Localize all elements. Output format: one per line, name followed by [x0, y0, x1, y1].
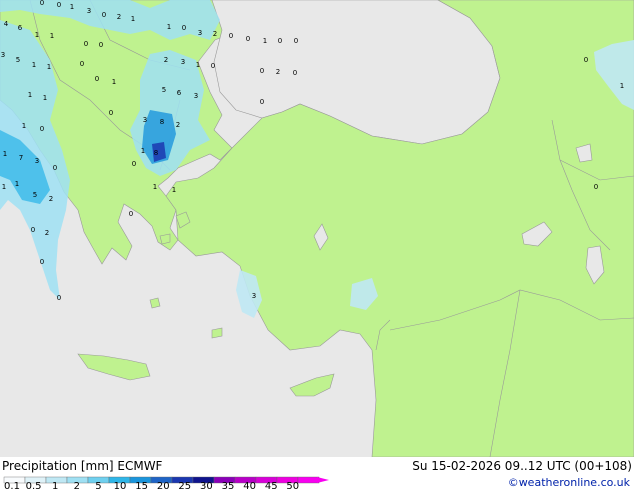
precip-value-label: 0	[260, 67, 264, 75]
precip-value-label: 0	[594, 183, 598, 191]
precip-value-label: 1	[35, 31, 39, 39]
precip-value-label: 0	[109, 109, 113, 117]
precip-value-label: 3	[198, 29, 202, 37]
precip-value-label: 3	[35, 157, 39, 165]
color-scale-tick-label: 5	[95, 481, 101, 490]
precip-value-label: 1	[32, 61, 36, 69]
color-scale-tick-label: 50	[286, 481, 299, 490]
precip-value-label: 1	[22, 122, 26, 130]
precip-value-label: 3	[252, 292, 256, 300]
precip-value-label: 5	[16, 56, 20, 64]
forecast-datetime: Su 15-02-2026 09..12 UTC (00+108)	[412, 459, 632, 473]
precip-value-label: 0	[40, 258, 44, 266]
color-scale-tick-label: 10	[114, 481, 127, 490]
color-scale-tick-label: 1	[52, 481, 58, 490]
precip-value-label: 0	[211, 62, 215, 70]
color-scale-tick-label: 2	[74, 481, 80, 490]
precip-value-label: 1	[112, 78, 116, 86]
color-scale-tick-label: 35	[222, 481, 235, 490]
precip-value-label: 5	[33, 191, 37, 199]
legend-title: Precipitation [mm] ECMWF	[2, 459, 163, 473]
precip-value-label: 0	[278, 37, 282, 45]
precip-value-label: 2	[213, 30, 217, 38]
precip-value-label: 0	[80, 60, 84, 68]
precip-value-label: 0	[31, 226, 35, 234]
precip-value-label: 2	[276, 68, 280, 76]
precip-value-label: 7	[19, 154, 23, 162]
precip-value-label: 1	[28, 91, 32, 99]
precip-value-label: 0	[53, 164, 57, 172]
precip-value-label: 1	[172, 186, 176, 194]
precip-value-label: 0	[84, 40, 88, 48]
precip-value-label: 0	[102, 11, 106, 19]
precip-value-label: 8	[160, 118, 164, 126]
precip-value-label: 3	[87, 7, 91, 15]
precip-value-label: 0	[584, 56, 588, 64]
precip-value-label: 0	[294, 37, 298, 45]
precip-value-label: 1	[50, 32, 54, 40]
precip-value-label: 1	[2, 183, 6, 191]
precip-value-label: 8	[154, 149, 158, 157]
land-island-c	[211, 327, 223, 339]
precip-value-label: 1	[3, 150, 7, 158]
precip-value-label: 1	[70, 3, 74, 11]
land-island-a	[159, 233, 171, 245]
precip-value-label: 0	[57, 294, 61, 302]
precip-value-label: 0	[99, 41, 103, 49]
precip-value-label: 2	[45, 229, 49, 237]
color-scale-tick-label: 15	[135, 481, 148, 490]
precip-value-label: 4	[4, 20, 9, 28]
precip-value-label: 1	[43, 94, 47, 102]
precip-value-label: 2	[117, 13, 121, 21]
precip-value-label: 0	[40, 0, 44, 7]
precip-value-label: 1	[141, 147, 145, 155]
precip-value-label: 5	[162, 86, 166, 94]
precip-value-label: 6	[18, 24, 23, 32]
color-scale-tick-label: 40	[243, 481, 256, 490]
color-scale-arrow	[317, 477, 329, 483]
color-scale-tick-label: 20	[157, 481, 170, 490]
color-scale: 0.1 0.5 1 2 5 10 15 20 25 30 35 40 45 50	[3, 476, 329, 490]
precip-value-label: 1	[131, 15, 135, 23]
precip-value-label: 1	[263, 37, 267, 45]
precip-value-label: 3	[1, 51, 5, 59]
precip-value-label: 1	[153, 183, 157, 191]
credit-text: ©weatheronline.co.uk	[507, 476, 630, 489]
precip-value-label: 0	[95, 75, 99, 83]
color-scale-tick-label: 0.5	[26, 481, 42, 490]
precip-value-label: 3	[194, 92, 198, 100]
precip-value-label: 1	[47, 63, 51, 71]
precip-value-label: 3	[181, 58, 185, 66]
precip-value-label: 0	[246, 35, 250, 43]
precip-value-label: 0	[129, 210, 133, 218]
precip-value-label: 0	[260, 98, 264, 106]
precip-value-label: 2	[49, 195, 53, 203]
color-scale-swatch	[297, 476, 320, 484]
precip-value-label: 0	[229, 32, 233, 40]
color-scale-tick-label: 25	[178, 481, 191, 490]
color-scale-tick-label: 30	[200, 481, 213, 490]
precip-value-label: 0	[132, 160, 136, 168]
precip-value-label: 0	[293, 69, 297, 77]
precip-value-label: 0	[57, 1, 61, 9]
precip-value-label: 1	[196, 61, 200, 69]
precip-value-label: 0	[40, 125, 44, 133]
precip-value-label: 1	[167, 23, 171, 31]
color-scale-tick-label: 45	[265, 481, 278, 490]
legend-footer: Precipitation [mm] ECMWF Su 15-02-2026 0…	[0, 457, 634, 490]
color-scale-tick-label: 0.1	[4, 481, 20, 490]
precip-value-label: 3	[143, 116, 147, 124]
precipitation-map: 0 0 1 3 0 2 1 1 0 3 2 0 0 1 0 0 0 0 1 1 6 4 3 5 1 1 0 0 1 2 3 1 0 0 2 0 5 6 3 1…	[0, 0, 634, 457]
precip-value-label: 2	[164, 56, 168, 64]
precip-value-label: 6	[177, 89, 182, 97]
precip-value-label: 1	[15, 180, 19, 188]
land-island-b	[149, 297, 161, 309]
precip-value-label: 0	[182, 24, 186, 32]
precip-value-label: 2	[176, 121, 180, 129]
precip-value-label: 1	[620, 82, 624, 90]
